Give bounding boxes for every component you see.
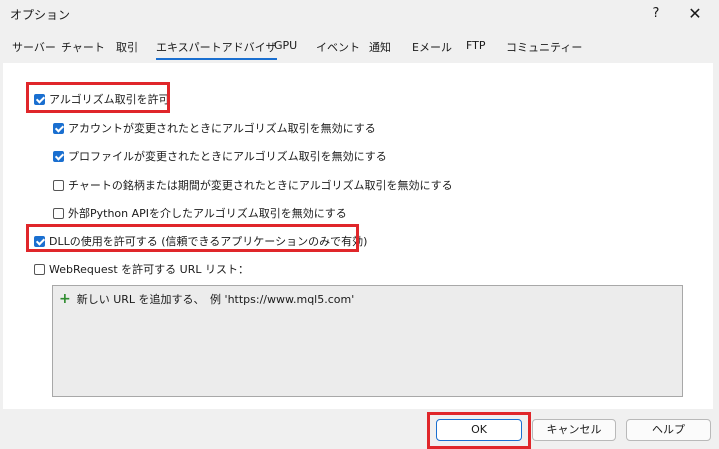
highlight-allow-dll — [26, 224, 359, 252]
disable-on-chart-change-option[interactable]: チャートの銘柄または期間が変更されたときにアルゴリズム取引を無効にする — [53, 177, 453, 193]
disable-on-account-change-option[interactable]: アカウントが変更されたときにアルゴリズム取引を無効にする — [53, 120, 376, 136]
tab-trade[interactable]: 取引 — [116, 39, 138, 55]
disable-on-account-checkbox[interactable] — [53, 122, 64, 134]
disable-python-label: 外部Python APIを介したアルゴリズム取引を無効にする — [68, 207, 347, 220]
window-title: オプション — [10, 8, 71, 22]
disable-on-profile-label: プロファイルが変更されたときにアルゴリズム取引を無効にする — [68, 150, 387, 163]
tab-chart[interactable]: チャート — [61, 39, 105, 55]
tab-events[interactable]: イベント — [316, 39, 360, 55]
tab-community[interactable]: コミュニティー — [506, 39, 582, 55]
allow-webrequest-label: WebRequest を許可する URL リスト： — [49, 263, 249, 276]
help-icon[interactable]: ? — [646, 4, 666, 24]
title-bar: オプション ? ✕ — [0, 0, 719, 30]
tab-email[interactable]: Eメール — [412, 39, 452, 55]
help-button[interactable]: ヘルプ — [626, 419, 711, 441]
tab-notifications[interactable]: 通知 — [369, 39, 391, 55]
ok-button[interactable]: OK — [436, 419, 522, 441]
disable-on-chart-checkbox[interactable] — [53, 179, 64, 191]
disable-on-profile-change-option[interactable]: プロファイルが変更されたときにアルゴリズム取引を無効にする — [53, 148, 387, 164]
tab-bar: サーバー チャート 取引 エキスパートアドバイザ GPU イベント 通知 Eメー… — [0, 36, 719, 60]
tab-server[interactable]: サーバー — [12, 39, 56, 55]
tab-expert-advisors[interactable]: エキスパートアドバイザ — [156, 39, 277, 60]
add-url-item[interactable]: + 新しい URL を追加する、 例 'https://www.mql5.com… — [59, 291, 354, 307]
cancel-button[interactable]: キャンセル — [532, 419, 616, 441]
disable-on-profile-checkbox[interactable] — [53, 150, 64, 162]
disable-on-account-label: アカウントが変更されたときにアルゴリズム取引を無効にする — [68, 122, 376, 135]
add-url-label: 新しい URL を追加する、 例 'https://www.mql5.com' — [76, 293, 355, 306]
tab-ftp[interactable]: FTP — [466, 39, 486, 52]
url-list[interactable]: + 新しい URL を追加する、 例 'https://www.mql5.com… — [52, 285, 683, 397]
plus-icon: + — [59, 291, 71, 307]
disable-on-chart-label: チャートの銘柄または期間が変更されたときにアルゴリズム取引を無効にする — [68, 179, 453, 192]
disable-python-api-option[interactable]: 外部Python APIを介したアルゴリズム取引を無効にする — [53, 205, 347, 221]
tab-gpu[interactable]: GPU — [274, 39, 297, 52]
allow-webrequest-option[interactable]: WebRequest を許可する URL リスト： — [34, 261, 249, 277]
close-icon[interactable]: ✕ — [684, 3, 706, 25]
highlight-allow-algo — [26, 82, 170, 113]
allow-webrequest-checkbox[interactable] — [34, 263, 45, 275]
disable-python-checkbox[interactable] — [53, 207, 64, 219]
